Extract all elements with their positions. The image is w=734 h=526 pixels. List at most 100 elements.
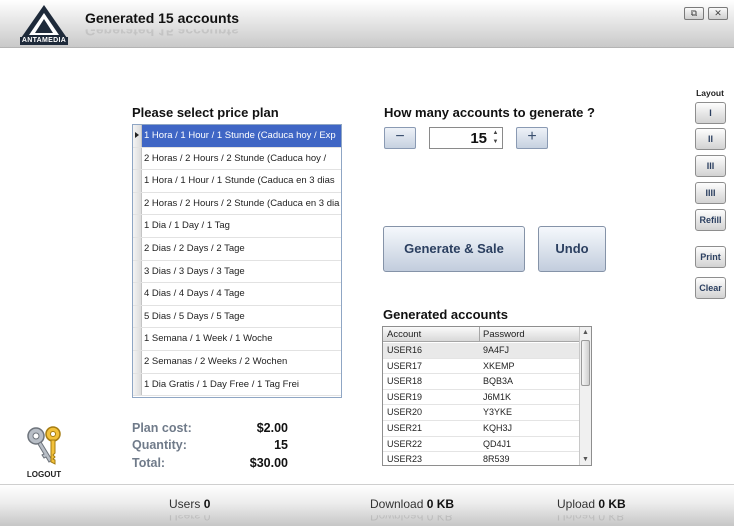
plan-item[interactable]: 2 Dias / 2 Days / 2 Tage bbox=[133, 237, 341, 261]
row-gutter bbox=[133, 260, 142, 283]
table-row[interactable]: USER18 BQB3A bbox=[383, 374, 579, 390]
generated-accounts-heading: Generated accounts bbox=[383, 307, 508, 322]
plan-item-label: 4 Dias / 4 Days / 4 Tage bbox=[144, 288, 245, 300]
password-cell: Y3YKE bbox=[483, 407, 513, 418]
title-bar: ANTAMEDIA Generated 15 accounts Generate… bbox=[0, 0, 734, 48]
scroll-down-icon[interactable]: ▼ bbox=[580, 454, 591, 465]
plan-item[interactable]: 5 Dias / 5 Days / 5 Tage bbox=[133, 305, 341, 329]
column-password[interactable]: Password bbox=[483, 329, 525, 340]
password-cell: QD4J1 bbox=[483, 438, 512, 449]
restore-button[interactable]: ⧉ bbox=[684, 7, 704, 20]
row-gutter bbox=[133, 192, 142, 215]
accounts-count-heading: How many accounts to generate ? bbox=[384, 105, 595, 120]
quantity-label: Quantity: bbox=[132, 438, 187, 452]
plan-item[interactable]: 2 Semanas / 2 Weeks / 2 Wochen bbox=[133, 350, 341, 374]
account-cell: USER21 bbox=[387, 422, 423, 433]
price-plan-heading: Please select price plan bbox=[132, 105, 279, 120]
layout-3-button[interactable]: III bbox=[695, 155, 726, 177]
scroll-thumb[interactable] bbox=[581, 340, 590, 386]
layout-4-button[interactable]: IIII bbox=[695, 182, 726, 204]
account-cell: USER22 bbox=[387, 438, 423, 449]
table-row[interactable]: USER22 QD4J1 bbox=[383, 437, 579, 453]
account-count-input[interactable]: 15 ▲ ▼ bbox=[429, 127, 503, 149]
plan-item-label: 2 Dias / 2 Days / 2 Tage bbox=[144, 242, 245, 254]
scroll-up-icon[interactable]: ▲ bbox=[580, 327, 591, 338]
print-button[interactable]: Print bbox=[695, 246, 726, 268]
table-row[interactable]: USER19 J6M1K bbox=[383, 390, 579, 406]
window-title: Generated 15 accounts bbox=[85, 10, 240, 26]
clear-button[interactable]: Clear bbox=[695, 277, 726, 299]
generated-accounts-table[interactable]: Account Password USER16 9A4FJ USER17 XKEMP U… bbox=[382, 326, 592, 466]
plan-item[interactable]: 3 Dias / 3 Days / 3 Tage bbox=[133, 260, 341, 284]
plan-item-label: 2 Horas / 2 Hours / 2 Stunde (Caduca hoy… bbox=[144, 152, 327, 164]
users-status-reflection: Users 0 bbox=[169, 509, 210, 523]
keys-icon bbox=[27, 426, 61, 465]
row-gutter bbox=[133, 125, 142, 147]
undo-button[interactable]: Undo bbox=[538, 226, 606, 272]
count-spinner[interactable]: ▲ ▼ bbox=[491, 129, 500, 147]
generate-sale-button[interactable]: Generate & Sale bbox=[383, 226, 525, 272]
plan-item[interactable]: 1 Dia / 1 Day / 1 Tag bbox=[133, 215, 341, 238]
plan-cost-value: $2.00 bbox=[256, 421, 288, 435]
password-cell: J6M1K bbox=[483, 391, 512, 402]
plan-item[interactable]: 1 Hora / 1 Hour / 1 Stunde (Caduca hoy /… bbox=[133, 125, 341, 148]
upload-status-reflection: Upload 0 KB bbox=[557, 509, 624, 523]
spin-down-icon[interactable]: ▼ bbox=[491, 138, 500, 147]
plan-item[interactable]: 1 Semana / 1 Week / 1 Woche bbox=[133, 328, 341, 351]
plan-item-label: 1 Dia / 1 Day / 1 Tag bbox=[144, 220, 230, 232]
upload-status: Upload 0 KB bbox=[557, 497, 626, 511]
users-label-reflection: Users bbox=[169, 509, 201, 523]
increase-count-button[interactable]: + bbox=[516, 127, 548, 149]
password-cell: XKEMP bbox=[483, 360, 515, 371]
password-cell: BQB3A bbox=[483, 376, 514, 387]
row-gutter bbox=[133, 305, 142, 328]
download-status-reflection: Download 0 KB bbox=[370, 509, 453, 523]
refill-button[interactable]: Refill bbox=[695, 209, 726, 231]
plan-item-label: 2 Semanas / 2 Weeks / 2 Wochen bbox=[144, 355, 288, 367]
row-gutter bbox=[133, 373, 142, 396]
plan-item-label: 3 Dias / 3 Days / 3 Tage bbox=[144, 265, 245, 277]
layout-1-button[interactable]: I bbox=[695, 102, 726, 124]
row-gutter bbox=[133, 350, 142, 373]
accounts-scrollbar[interactable]: ▲ ▼ bbox=[579, 327, 591, 465]
users-value-reflection: 0 bbox=[203, 509, 211, 523]
users-value: 0 bbox=[203, 497, 211, 511]
plan-item-label: 5 Dias / 5 Days / 5 Tage bbox=[144, 310, 245, 322]
account-cell: USER16 bbox=[387, 345, 423, 355]
plan-item-label: 1 Dia Gratis / 1 Day Free / 1 Tag Frei bbox=[144, 378, 300, 390]
download-label: Download bbox=[370, 497, 424, 511]
table-row[interactable]: USER16 9A4FJ bbox=[383, 343, 579, 359]
plan-item[interactable]: 1 Dia Gratis / 1 Day Free / 1 Tag Frei bbox=[133, 373, 341, 397]
table-row[interactable]: USER17 XKEMP bbox=[383, 359, 579, 375]
row-gutter bbox=[133, 328, 142, 350]
layout-label: Layout bbox=[696, 88, 724, 98]
download-value: 0 KB bbox=[426, 497, 455, 511]
upload-value: 0 KB bbox=[598, 497, 626, 511]
account-cell: USER20 bbox=[387, 407, 423, 418]
price-plan-list[interactable]: 1 Hora / 1 Hour / 1 Stunde (Caduca hoy /… bbox=[132, 124, 342, 398]
plan-item[interactable]: 1 Hora / 1 Hour / 1 Stunde (Caduca en 3 … bbox=[133, 170, 341, 193]
decrease-count-button[interactable]: − bbox=[384, 127, 416, 149]
plan-item[interactable]: 2 Horas / 2 Hours / 2 Stunde (Caduca hoy… bbox=[133, 147, 341, 171]
row-gutter bbox=[133, 147, 142, 170]
download-value-reflection: 0 KB bbox=[426, 509, 453, 523]
column-divider bbox=[479, 327, 480, 342]
column-account[interactable]: Account bbox=[387, 329, 421, 340]
logo-text: ANTAMEDIA bbox=[21, 37, 67, 44]
account-count-value: 15 bbox=[470, 130, 487, 147]
spin-up-icon[interactable]: ▲ bbox=[491, 129, 500, 138]
account-cell: USER23 bbox=[387, 454, 423, 465]
account-rows: USER16 9A4FJ USER17 XKEMP USER18 BQB3A USER19 J… bbox=[383, 343, 579, 465]
quantity-value: 15 bbox=[274, 438, 288, 452]
password-cell: 9A4FJ bbox=[483, 345, 510, 355]
password-cell: 8R539 bbox=[483, 454, 510, 465]
table-row[interactable]: USER21 KQH3J bbox=[383, 421, 579, 437]
layout-2-button[interactable]: II bbox=[695, 128, 726, 150]
plan-item[interactable]: 4 Dias / 4 Days / 4 Tage bbox=[133, 283, 341, 306]
close-button[interactable]: ✕ bbox=[708, 7, 728, 20]
table-row[interactable]: USER20 Y3YKE bbox=[383, 405, 579, 421]
table-row[interactable]: USER23 8R539 bbox=[383, 452, 579, 465]
plan-item[interactable]: 2 Horas / 2 Hours / 2 Stunde (Caduca en … bbox=[133, 192, 341, 216]
account-cell: USER19 bbox=[387, 391, 423, 402]
plan-cost-label: Plan cost: bbox=[132, 421, 192, 435]
